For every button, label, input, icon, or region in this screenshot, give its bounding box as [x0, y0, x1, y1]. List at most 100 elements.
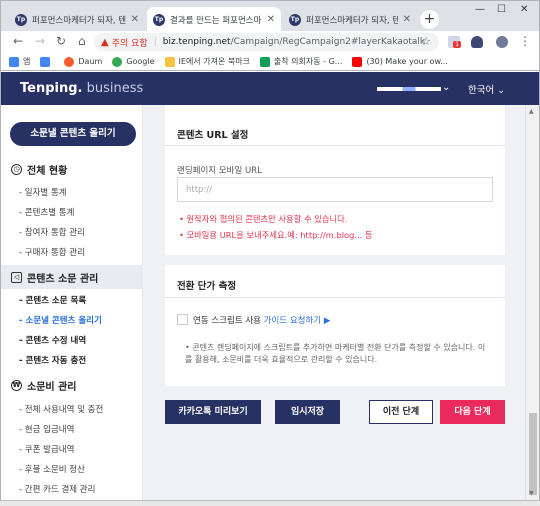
browser-tab[interactable]: Tp 퍼포먼스마케터가 되자, 텐 ✕	[283, 7, 417, 32]
sidebar-item-daily-stats[interactable]: - 일자별 통계	[19, 186, 67, 198]
clock-icon: ◷	[11, 163, 22, 175]
tenping-favicon-icon: Tp	[289, 13, 301, 26]
sidebar-item-coupons[interactable]: - 쿠폰 발급내역	[19, 443, 74, 455]
kakaotalk-preview-button[interactable]: 카카오톡 미리보기	[165, 400, 261, 424]
card-divider	[165, 145, 505, 146]
close-icon[interactable]: ✕	[131, 14, 139, 25]
bookmark-daum[interactable]: Daum	[64, 56, 102, 67]
back-arrow-icon[interactable]: ←	[13, 34, 23, 48]
script-checkbox-label: 연동 스크립트 사용 가이드 요청하기 ▶	[193, 316, 331, 326]
profile-avatar-icon[interactable]	[496, 36, 508, 48]
scroll-thumb[interactable]	[529, 413, 537, 495]
language-selector[interactable]: 한국어 ⌄	[468, 82, 505, 96]
google-icon	[112, 56, 123, 67]
apps-grid-icon	[9, 56, 19, 67]
sidebar-section-content[interactable]: ◁ 콘텐츠 소문 관리	[1, 265, 143, 289]
logo-main: Tenping.	[20, 81, 83, 96]
sidebar-item-auto-charge[interactable]: - 콘텐츠 자동 충전	[19, 354, 86, 366]
card-divider	[165, 297, 505, 298]
tab-title: 결과를 만드는 퍼포먼스마	[170, 15, 262, 26]
bookmark-sheets[interactable]: 출착 의회자동 - G...	[259, 56, 342, 67]
sidebar-item-buyers[interactable]: - 구매자 통합 관리	[19, 246, 85, 258]
sidebar-section-cost[interactable]: ₩ 소문비 관리	[1, 373, 143, 397]
maximize-button[interactable]: ☐	[497, 4, 506, 15]
scroll-down-icon[interactable]: ▼	[529, 490, 534, 497]
sidebar-item-postpaid[interactable]: - 후불 소문비 정산	[19, 463, 85, 475]
megaphone-icon: ◁	[11, 271, 22, 283]
prev-step-button[interactable]: 이전 단계	[369, 400, 433, 424]
sidebar-item-participants[interactable]: - 참여자 통합 관리	[19, 226, 85, 238]
mobile-url-label: 랜딩페이지 모바일 URL	[177, 166, 262, 176]
browser-tab[interactable]: Tp 퍼포먼스마케터가 되자, 텐 ✕	[9, 7, 145, 32]
url-note-mobile: • 모바일용 URL을 보내주세요.예: http://m.blog... 등	[179, 230, 373, 240]
address-bar[interactable]: ▲ 주의 요함 | biz.tenping.net /Campaign/RegC…	[94, 33, 439, 51]
tenping-logo[interactable]: Tenping. business	[20, 81, 143, 96]
sidebar-item-usage[interactable]: - 전체 사용내역 및 충전	[19, 403, 103, 415]
bookmark-apps[interactable]: 앱	[9, 56, 30, 67]
conversion-title: 전환 단가 측정	[177, 281, 237, 292]
close-icon[interactable]: ✕	[267, 14, 275, 25]
app-header: Tenping. business ⌄ 한국어 ⌄	[1, 72, 539, 105]
chevron-down-icon[interactable]: ⌄	[442, 82, 450, 93]
shield-extension-icon[interactable]	[471, 36, 483, 48]
conversion-note: • 콘텐츠 랜딩페이지에 스크립트를 추가하면 마케터별 전환 단가를 측정할 …	[185, 343, 486, 364]
url-settings-title: 콘텐츠 URL 설정	[177, 130, 249, 141]
bookmark-ie-folder[interactable]: IE에서 가져온 북마크	[164, 56, 250, 67]
sidebar-item-content-list[interactable]: - 콘텐츠 소문 목록	[19, 294, 86, 306]
minimize-button[interactable]: —	[475, 4, 485, 15]
sidebar-item-edit-history[interactable]: - 콘텐츠 수정 내역	[19, 334, 86, 346]
window-frame-bottom	[0, 500, 540, 506]
browser-toolbar: ← → ↻ ⌂ ▲ 주의 요함 | biz.tenping.net /Campa…	[0, 31, 540, 53]
scroll-up-icon[interactable]: ▲	[529, 108, 534, 115]
folder-icon	[164, 56, 175, 67]
more-menu-icon[interactable]: ⋮	[519, 34, 531, 48]
url-host: biz.tenping.net	[162, 37, 231, 47]
main-content: 콘텐츠 URL 설정 랜딩페이지 모바일 URL • 원작자와 협의된 콘텐츠만…	[143, 105, 525, 500]
url-path: /Campaign/RegCampaign2#layerKakaotalk	[230, 37, 426, 47]
window-close-button[interactable]: ✕	[520, 4, 528, 15]
daum-icon	[64, 56, 75, 67]
logo-sub: business	[82, 81, 144, 96]
bookmark-star-icon[interactable]: ☆	[421, 35, 431, 48]
close-icon[interactable]: ✕	[403, 14, 411, 25]
bookmark-item[interactable]	[40, 56, 54, 67]
guide-request-link[interactable]: 가이드 요청하기 ▶	[264, 316, 331, 326]
account-name-redacted[interactable]	[377, 87, 441, 91]
sidebar-item-content-stats[interactable]: - 콘텐츠별 통계	[19, 206, 74, 218]
sheets-icon	[259, 56, 270, 67]
tab-title: 퍼포먼스마케터가 되자, 텐	[306, 15, 398, 26]
conversion-card: 전환 단가 측정 연동 스크립트 사용 가이드 요청하기 ▶ • 콘텐츠 랜딩페…	[165, 265, 505, 386]
bookmark-google[interactable]: Google	[112, 56, 155, 67]
browser-tab-active[interactable]: Tp 결과를 만드는 퍼포먼스마 ✕	[147, 7, 281, 32]
tenping-favicon-icon: Tp	[15, 13, 27, 26]
sidebar: 소문낼 콘텐츠 올리기 ◷ 전체 현황 - 일자별 통계 - 콘텐츠별 통계 -…	[1, 105, 143, 500]
next-step-button[interactable]: 다음 단계	[440, 400, 505, 424]
tenping-favicon-icon: Tp	[153, 13, 165, 26]
sidebar-section-overview[interactable]: ◷ 전체 현황	[1, 157, 143, 181]
youtube-icon	[352, 56, 363, 67]
bookmark-youtube[interactable]: (30) Make your ow...	[352, 56, 448, 67]
script-checkbox[interactable]	[177, 314, 188, 325]
bookmarks-bar: 앱 Daum Google IE에서 가져온 북마크 출착 의회자동 - G..…	[0, 53, 540, 71]
blue-bookmark-icon	[40, 56, 51, 67]
url-note-original: • 원작자와 협의된 콘텐츠만 사용할 수 있습니다.	[179, 214, 348, 224]
home-icon[interactable]: ⌂	[78, 34, 86, 48]
reload-icon[interactable]: ↻	[56, 34, 66, 48]
new-tab-button[interactable]: +	[420, 10, 439, 29]
url-settings-card: 콘텐츠 URL 설정 랜딩페이지 모바일 URL • 원작자와 협의된 콘텐츠만…	[165, 105, 505, 255]
page-scrollbar[interactable]: ▲ ▼	[525, 105, 539, 500]
security-warning[interactable]: 주의 요함	[112, 36, 148, 49]
browser-tab-strip: Tp 퍼포먼스마케터가 되자, 텐 ✕ Tp 결과를 만드는 퍼포먼스마 ✕ T…	[0, 0, 540, 32]
extension-badge: 1	[453, 41, 461, 48]
sidebar-item-upload-content[interactable]: - 소문낼 콘텐츠 올리기	[19, 314, 102, 326]
tab-title: 퍼포먼스마케터가 되자, 텐	[32, 15, 126, 26]
mobile-url-input[interactable]	[177, 177, 493, 202]
warning-icon: ▲	[101, 36, 109, 48]
address-separator: |	[153, 37, 157, 47]
sidebar-item-cash-deposits[interactable]: - 현금 입금내역	[19, 423, 74, 435]
forward-arrow-icon[interactable]: →	[35, 34, 45, 48]
upload-content-button[interactable]: 소문낼 콘텐츠 올리기	[10, 122, 136, 146]
sidebar-item-card-payment[interactable]: - 간편 카드 결제 관리	[19, 483, 95, 495]
won-icon: ₩	[11, 379, 22, 391]
save-draft-button[interactable]: 임시저장	[275, 400, 340, 424]
